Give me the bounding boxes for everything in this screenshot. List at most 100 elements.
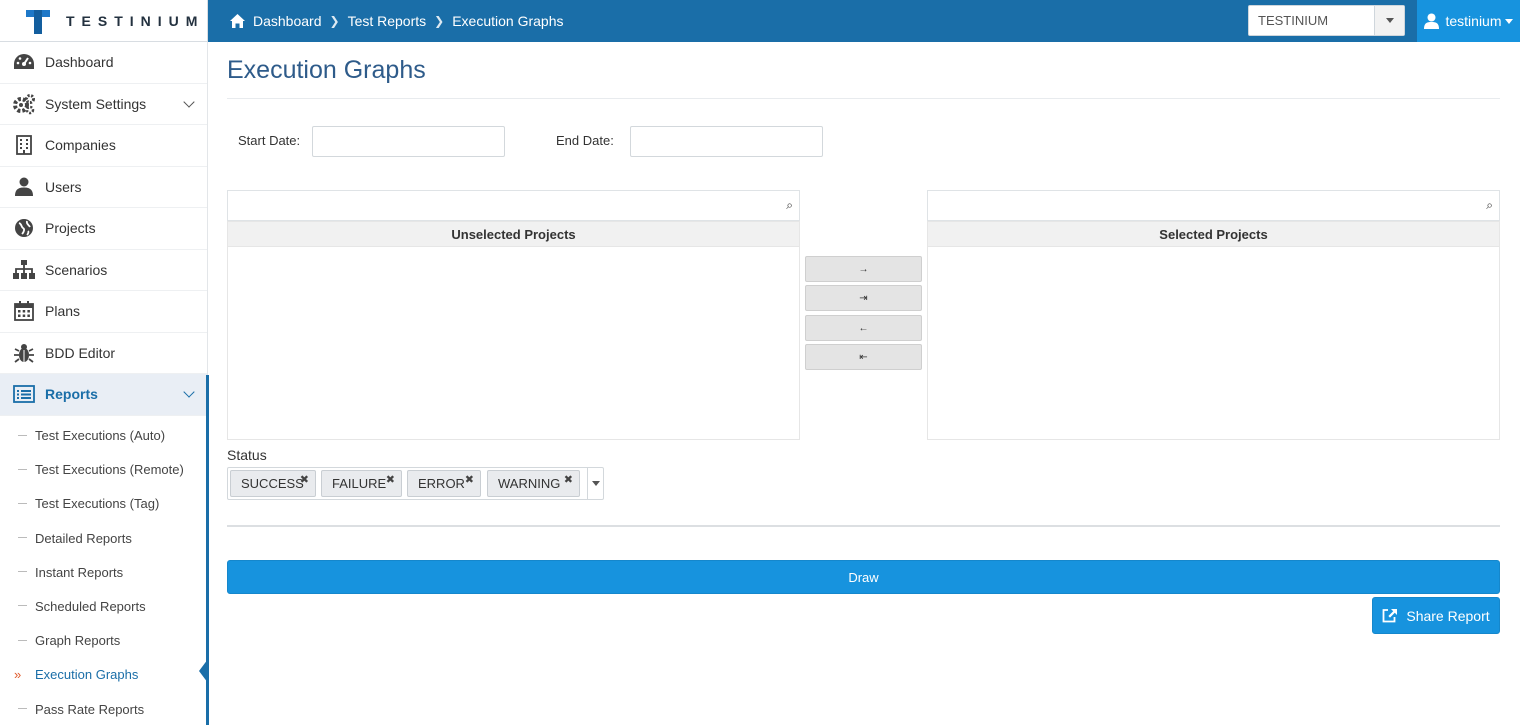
unselected-search-input[interactable]: ⌕	[227, 190, 800, 221]
move-selected-left-button[interactable]: ←	[805, 315, 922, 341]
submenu-item-detailed-reports[interactable]: Detailed Reports	[0, 521, 207, 555]
top-bar: TESTINIUM Dashboard ❯ Test Reports ❯ Exe…	[0, 0, 1520, 42]
reports-submenu: Test Executions (Auto) Test Executions (…	[0, 416, 207, 726]
section-divider	[227, 525, 1500, 527]
submenu-item-execution-graphs[interactable]: » Execution Graphs	[0, 658, 207, 692]
selected-projects-header: Selected Projects	[927, 221, 1500, 247]
company-select[interactable]: TESTINIUM	[1248, 5, 1405, 36]
chevron-right-icon: ❯	[434, 14, 444, 28]
list-icon	[13, 383, 35, 405]
user-menu[interactable]: testinium	[1417, 0, 1520, 42]
bug-icon	[13, 342, 35, 364]
submenu-item-test-executions-tag[interactable]: Test Executions (Tag)	[0, 487, 207, 521]
sidebar-item-dashboard[interactable]: Dashboard	[0, 42, 207, 84]
remove-tag-icon[interactable]: ✖	[465, 473, 474, 486]
submenu-item-instant-reports[interactable]: Instant Reports	[0, 555, 207, 589]
breadcrumb-dashboard[interactable]: Dashboard	[253, 13, 322, 29]
sidebar-item-label: Users	[45, 179, 82, 195]
submenu-item-label: Scheduled Reports	[35, 599, 146, 614]
sidebar-item-users[interactable]: Users	[0, 167, 207, 209]
caret-down-icon[interactable]	[1374, 6, 1404, 35]
submenu-item-graph-reports[interactable]: Graph Reports	[0, 624, 207, 658]
search-icon: ⌕	[786, 198, 793, 213]
caret-down-icon	[1505, 19, 1513, 24]
breadcrumb-test-reports[interactable]: Test Reports	[348, 13, 427, 29]
logo-icon	[26, 7, 50, 35]
tag-label: FAILURE	[332, 476, 386, 491]
submenu-item-label: Test Executions (Remote)	[35, 462, 184, 477]
submenu-item-test-executions-auto[interactable]: Test Executions (Auto)	[0, 419, 207, 453]
sidebar-item-bdd-editor[interactable]: BDD Editor	[0, 333, 207, 375]
home-icon	[229, 13, 246, 29]
dashboard-gauge-icon	[13, 51, 35, 73]
double-chevron-right-icon: »	[14, 667, 21, 682]
chevron-down-icon	[183, 96, 194, 107]
submenu-item-label: Pass Rate Reports	[35, 702, 144, 717]
share-report-button[interactable]: Share Report	[1372, 597, 1500, 634]
selected-search-input[interactable]: ⌕	[927, 190, 1500, 221]
submenu-item-label: Instant Reports	[35, 565, 123, 580]
end-date-input[interactable]	[630, 126, 823, 157]
sidebar-item-projects[interactable]: Projects	[0, 208, 207, 250]
sidebar-item-label: Reports	[45, 386, 98, 402]
sidebar-item-scenarios[interactable]: Scenarios	[0, 250, 207, 292]
tag-label: SUCCESS	[241, 476, 304, 491]
status-tag-error: ERROR ✖	[407, 470, 481, 497]
move-all-left-button[interactable]: ⇤	[805, 344, 922, 370]
user-icon	[13, 176, 35, 198]
search-icon: ⌕	[1486, 198, 1493, 213]
submenu-item-label: Graph Reports	[35, 633, 120, 648]
main-content: Execution Graphs Start Date: End Date: ⌕…	[227, 42, 1500, 725]
share-icon	[1382, 608, 1398, 623]
sidebar-item-label: Plans	[45, 303, 80, 319]
unselected-projects-list[interactable]	[227, 247, 800, 440]
remove-tag-icon[interactable]: ✖	[564, 473, 573, 486]
title-divider	[227, 98, 1500, 99]
gears-icon	[13, 93, 35, 115]
sidebar-item-label: Projects	[45, 220, 96, 236]
selected-projects-list[interactable]	[927, 247, 1500, 440]
globe-icon	[13, 217, 35, 239]
brand-logo[interactable]: TESTINIUM	[0, 0, 208, 42]
move-selected-right-button[interactable]: →	[805, 256, 922, 282]
remove-tag-icon[interactable]: ✖	[386, 473, 395, 486]
sidebar-item-companies[interactable]: Companies	[0, 125, 207, 167]
submenu-item-pass-rate-reports[interactable]: Pass Rate Reports	[0, 692, 207, 726]
company-select-value: TESTINIUM	[1249, 13, 1374, 28]
sidebar-item-label: System Settings	[45, 96, 146, 112]
sidebar-item-plans[interactable]: Plans	[0, 291, 207, 333]
submenu-item-scheduled-reports[interactable]: Scheduled Reports	[0, 589, 207, 623]
submenu-item-label: Test Executions (Tag)	[35, 496, 159, 511]
user-name: testinium	[1445, 13, 1501, 29]
remove-tag-icon[interactable]: ✖	[300, 473, 309, 486]
end-date-label: End Date:	[556, 133, 614, 148]
unselected-projects-header: Unselected Projects	[227, 221, 800, 247]
submenu-item-label: Execution Graphs	[35, 667, 138, 682]
sidebar-item-system-settings[interactable]: System Settings	[0, 84, 207, 126]
status-multiselect[interactable]: SUCCESS ✖ FAILURE ✖ ERROR ✖ WARNING ✖	[227, 467, 604, 500]
breadcrumb: Dashboard ❯ Test Reports ❯ Execution Gra…	[229, 0, 564, 42]
caret-down-icon[interactable]	[587, 468, 603, 499]
tag-label: ERROR	[418, 476, 465, 491]
user-icon	[1424, 13, 1439, 29]
status-tag-warning: WARNING ✖	[487, 470, 580, 497]
draw-button[interactable]: Draw	[227, 560, 1500, 594]
tag-label: WARNING	[498, 476, 560, 491]
sidebar-item-label: Dashboard	[45, 54, 114, 70]
submenu-item-label: Test Executions (Auto)	[35, 428, 165, 443]
building-icon	[13, 134, 35, 156]
active-pointer-notch	[199, 659, 208, 683]
calendar-icon	[13, 300, 35, 322]
selected-projects-panel: ⌕ Selected Projects	[927, 190, 1500, 441]
sidebar-item-reports[interactable]: Reports	[0, 374, 207, 416]
sidebar-item-label: Scenarios	[45, 262, 107, 278]
start-date-input[interactable]	[312, 126, 505, 157]
status-label: Status	[227, 447, 267, 463]
chevron-down-icon	[183, 386, 194, 397]
share-report-label: Share Report	[1406, 608, 1489, 624]
move-all-right-button[interactable]: ⇥	[805, 285, 922, 311]
submenu-item-label: Detailed Reports	[35, 531, 132, 546]
submenu-item-test-executions-remote[interactable]: Test Executions (Remote)	[0, 453, 207, 487]
breadcrumb-execution-graphs: Execution Graphs	[452, 13, 563, 29]
page-title: Execution Graphs	[227, 56, 426, 85]
